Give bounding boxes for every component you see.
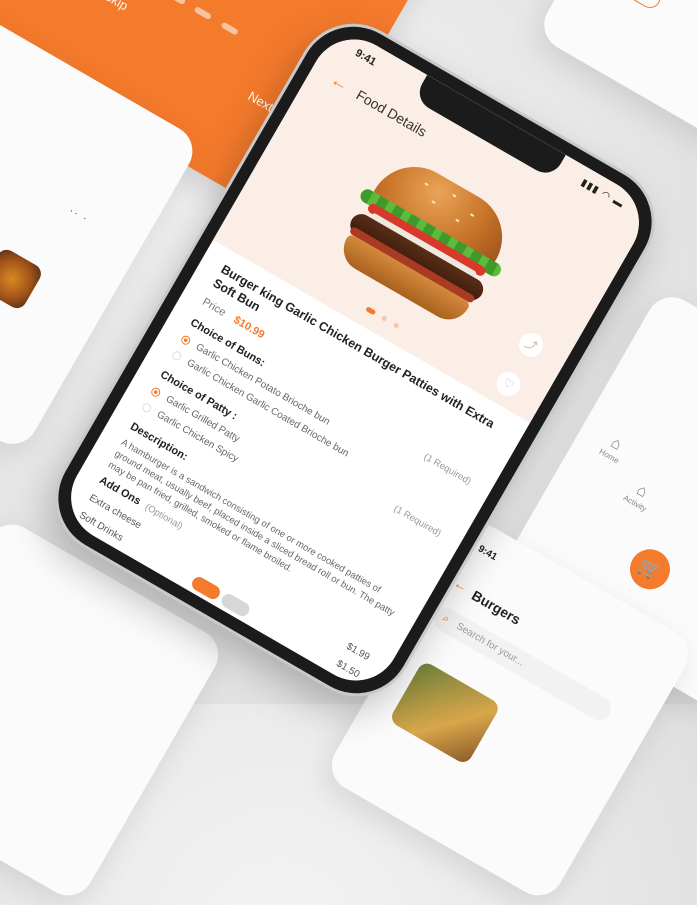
radio-button[interactable] (140, 401, 153, 414)
filter-screen-card: Reset (534, 0, 697, 145)
pager-dot[interactable] (392, 322, 400, 329)
reset-button[interactable]: Reset (608, 0, 665, 12)
status-time: 9:41 (475, 543, 499, 563)
food-thumbnail[interactable] (0, 246, 45, 312)
cart-icon[interactable]: 🛒 (622, 541, 678, 597)
status-bar: ·· · (67, 205, 91, 226)
nav-activity[interactable]: ⌂ Activity (615, 474, 663, 517)
sesame (424, 182, 429, 187)
pager-dot[interactable] (365, 306, 377, 316)
pager-dot (167, 0, 187, 6)
nav-home[interactable]: ⌂ Home (590, 427, 638, 470)
onboarding-pager (165, 0, 249, 44)
price-label: Price (200, 295, 228, 319)
page-title: Burgers (469, 587, 524, 628)
skip-button[interactable]: Skip (101, 0, 130, 13)
radio-button[interactable] (149, 386, 162, 399)
addon-price: $1.99 (344, 641, 372, 664)
burger-photo[interactable] (388, 660, 502, 766)
sesame (452, 193, 457, 198)
sesame (469, 213, 475, 218)
addon-price: $1.50 (334, 658, 362, 681)
sesame (455, 218, 460, 223)
pager-dot (193, 6, 213, 21)
radio-button[interactable] (170, 349, 183, 362)
sesame (431, 200, 436, 204)
radio-button[interactable] (179, 334, 192, 347)
pager-dot (220, 21, 239, 36)
pager-dot[interactable] (381, 315, 388, 323)
